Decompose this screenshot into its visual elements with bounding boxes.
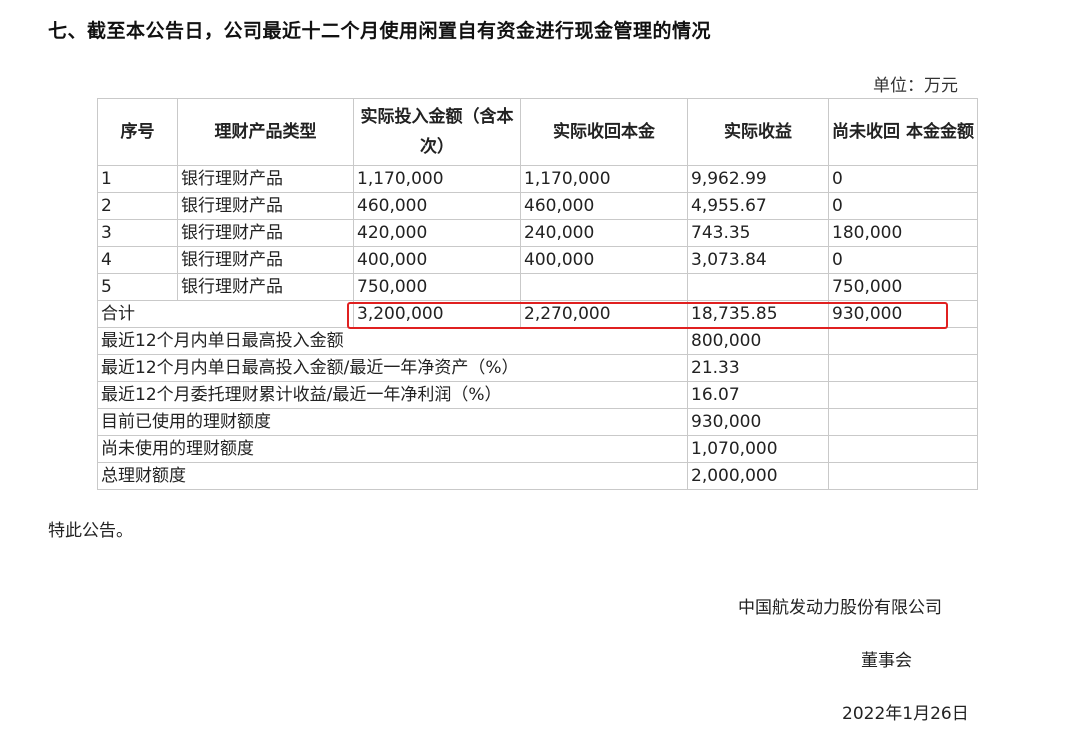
unit-label: 单位：万元	[873, 76, 958, 96]
cell-invested: 400,000	[353, 246, 521, 274]
cell-product-type: 银行理财产品	[177, 246, 354, 274]
total-income: 18,735.85	[687, 300, 829, 328]
cell-index: 2	[97, 192, 178, 220]
cell-invested: 750,000	[353, 273, 521, 301]
cell-product-type: 银行理财产品	[177, 273, 354, 301]
cell-invested: 460,000	[353, 192, 521, 220]
summary-row: 最近12个月委托理财累计收益/最近一年净利润（%） 16.07	[97, 381, 978, 409]
col-header-unrecovered: 尚未收回 本金金额	[828, 98, 978, 166]
cell-unrecovered: 0	[828, 246, 978, 274]
summary-value: 800,000	[687, 327, 829, 355]
cell-unrecovered: 180,000	[828, 219, 978, 247]
summary-label: 目前已使用的理财额度	[97, 408, 688, 436]
total-row: 合计 3,200,000 2,270,000 18,735.85 930,000	[97, 300, 978, 328]
summary-empty-cell	[828, 327, 978, 355]
table-header-row: 序号 理财产品类型 实际投入金额（含本次） 实际收回本金 实际收益 尚未收回 本…	[97, 98, 978, 166]
summary-empty-cell	[828, 354, 978, 382]
summary-label: 最近12个月委托理财累计收益/最近一年净利润（%）	[97, 381, 688, 409]
summary-label: 最近12个月内单日最高投入金额	[97, 327, 688, 355]
col-header-recovered: 实际收回本金	[520, 98, 688, 166]
cell-recovered: 240,000	[520, 219, 688, 247]
col-header-income: 实际收益	[687, 98, 829, 166]
cell-index: 5	[97, 273, 178, 301]
signature-date: 2022年1月26日	[842, 704, 969, 724]
cell-index: 3	[97, 219, 178, 247]
summary-row: 尚未使用的理财额度 1,070,000	[97, 435, 978, 463]
cash-management-table: 序号 理财产品类型 实际投入金额（含本次） 实际收回本金 实际收益 尚未收回 本…	[97, 98, 978, 490]
total-label: 合计	[97, 300, 354, 328]
table-row: 5 银行理财产品 750,000 750,000	[97, 273, 978, 301]
summary-empty-cell	[828, 435, 978, 463]
cell-index: 4	[97, 246, 178, 274]
summary-label: 总理财额度	[97, 462, 688, 490]
cell-income: 3,073.84	[687, 246, 829, 274]
summary-row: 总理财额度 2,000,000	[97, 462, 978, 490]
summary-empty-cell	[828, 408, 978, 436]
total-recovered: 2,270,000	[520, 300, 688, 328]
cell-income: 4,955.67	[687, 192, 829, 220]
cell-recovered: 400,000	[520, 246, 688, 274]
col-header-index: 序号	[97, 98, 178, 166]
col-header-product-type: 理财产品类型	[177, 98, 354, 166]
summary-row: 目前已使用的理财额度 930,000	[97, 408, 978, 436]
cell-product-type: 银行理财产品	[177, 219, 354, 247]
cell-unrecovered: 750,000	[828, 273, 978, 301]
table-row: 4 银行理财产品 400,000 400,000 3,073.84 0	[97, 246, 978, 274]
section-heading: 七、截至本公告日，公司最近十二个月使用闲置自有资金进行现金管理的情况	[48, 20, 712, 42]
cell-recovered: 1,170,000	[520, 165, 688, 193]
summary-value: 16.07	[687, 381, 829, 409]
summary-label: 尚未使用的理财额度	[97, 435, 688, 463]
cell-invested: 420,000	[353, 219, 521, 247]
cell-product-type: 银行理财产品	[177, 192, 354, 220]
cell-recovered	[520, 273, 688, 301]
cell-product-type: 银行理财产品	[177, 165, 354, 193]
cell-income: 743.35	[687, 219, 829, 247]
summary-value: 1,070,000	[687, 435, 829, 463]
summary-row: 最近12个月内单日最高投入金额 800,000	[97, 327, 978, 355]
table-row: 2 银行理财产品 460,000 460,000 4,955.67 0	[97, 192, 978, 220]
cell-invested: 1,170,000	[353, 165, 521, 193]
closing-text: 特此公告。	[48, 521, 133, 541]
total-unrecovered: 930,000	[828, 300, 978, 328]
cell-index: 1	[97, 165, 178, 193]
table-row: 1 银行理财产品 1,170,000 1,170,000 9,962.99 0	[97, 165, 978, 193]
summary-empty-cell	[828, 381, 978, 409]
col-header-invested: 实际投入金额（含本次）	[353, 98, 521, 166]
summary-value: 2,000,000	[687, 462, 829, 490]
summary-value: 21.33	[687, 354, 829, 382]
signature-company: 中国航发动力股份有限公司	[738, 598, 942, 618]
summary-label: 最近12个月内单日最高投入金额/最近一年净资产（%）	[97, 354, 688, 382]
summary-empty-cell	[828, 462, 978, 490]
summary-value: 930,000	[687, 408, 829, 436]
cell-unrecovered: 0	[828, 165, 978, 193]
cell-income	[687, 273, 829, 301]
table-row: 3 银行理财产品 420,000 240,000 743.35 180,000	[97, 219, 978, 247]
cell-income: 9,962.99	[687, 165, 829, 193]
total-invested: 3,200,000	[353, 300, 521, 328]
cell-recovered: 460,000	[520, 192, 688, 220]
summary-row: 最近12个月内单日最高投入金额/最近一年净资产（%） 21.33	[97, 354, 978, 382]
cell-unrecovered: 0	[828, 192, 978, 220]
signature-board: 董事会	[861, 651, 912, 671]
